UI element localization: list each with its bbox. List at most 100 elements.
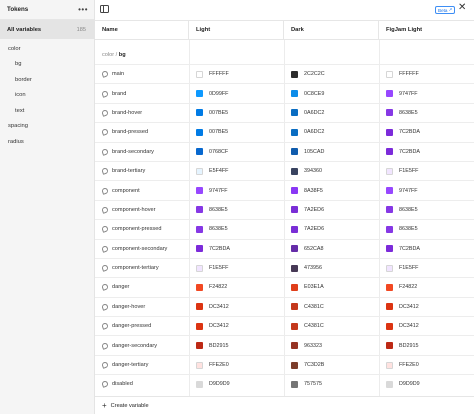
color-swatch[interactable] — [196, 380, 203, 388]
sidebar-group-color[interactable]: color — [0, 41, 94, 57]
color-swatch[interactable] — [291, 70, 298, 78]
variable-name-cell[interactable]: danger-tertiary — [95, 356, 189, 374]
color-swatch[interactable] — [196, 90, 203, 98]
value-cell-figjam[interactable]: 8638E5 — [379, 201, 474, 219]
table-row[interactable]: brand 0D99FF 0C8CE9 9747FF — [95, 83, 474, 102]
color-swatch[interactable] — [386, 245, 393, 253]
value-cell-light[interactable]: DC3412 — [189, 298, 284, 316]
variable-name-cell[interactable]: danger-hover — [95, 298, 189, 316]
all-variables-item[interactable]: All variables 185 — [0, 20, 94, 39]
color-swatch[interactable] — [196, 264, 203, 272]
table-row[interactable]: brand-secondary 0768CF 105CAD 7C2BDA — [95, 141, 474, 161]
sidebar-group-radius[interactable]: radius — [0, 134, 94, 150]
table-row[interactable]: component-tertiary F1E5FF 473956 F1E5FF — [95, 257, 474, 277]
color-swatch[interactable] — [291, 128, 298, 136]
breadcrumb-parent[interactable]: color / — [102, 52, 117, 58]
value-cell-light[interactable]: D9D9D9 — [189, 375, 284, 393]
color-swatch[interactable] — [386, 128, 393, 136]
color-swatch[interactable] — [386, 380, 393, 388]
value-cell-dark[interactable]: 8A38F5 — [284, 181, 379, 199]
beta-badge[interactable]: Beta ↗ — [435, 6, 456, 14]
color-swatch[interactable] — [291, 322, 298, 330]
column-header-figjam[interactable]: FigJam Light — [379, 21, 474, 39]
color-swatch[interactable] — [386, 187, 393, 195]
value-cell-dark[interactable]: 757575 — [284, 375, 379, 393]
table-row[interactable]: danger-hover DC3412 C4381C DC3412 — [95, 296, 474, 316]
table-row[interactable]: component 9747FF 8A38F5 9747FF — [95, 180, 474, 199]
value-cell-light[interactable]: FFE2E0 — [189, 356, 284, 374]
color-swatch[interactable] — [291, 90, 298, 98]
value-cell-figjam[interactable]: 7C2BDA — [379, 123, 474, 141]
value-cell-dark[interactable]: 7C3D2B — [284, 356, 379, 374]
variable-name-cell[interactable]: danger-secondary — [95, 336, 189, 354]
column-header-name[interactable]: Name — [95, 21, 189, 39]
color-swatch[interactable] — [196, 303, 203, 311]
color-swatch[interactable] — [196, 361, 203, 369]
collection-title[interactable]: Tokens — [7, 6, 28, 13]
table-row[interactable]: brand-pressed 007BE5 0A6DC2 7C2BDA — [95, 122, 474, 141]
value-cell-figjam[interactable]: 9747FF — [379, 84, 474, 102]
value-cell-light[interactable]: 8638E5 — [189, 220, 284, 238]
color-swatch[interactable] — [196, 109, 203, 117]
color-swatch[interactable] — [196, 167, 203, 175]
sidebar-group-border[interactable]: border — [0, 72, 94, 88]
table-row[interactable]: component-pressed 8638E5 7A2ED6 8638E5 — [95, 219, 474, 238]
value-cell-dark[interactable]: 963323 — [284, 336, 379, 354]
table-row[interactable]: component-secondary 7C2BDA 652CA8 7C2BDA — [95, 238, 474, 258]
color-swatch[interactable] — [386, 109, 393, 117]
color-swatch[interactable] — [386, 303, 393, 311]
color-swatch[interactable] — [291, 148, 298, 156]
value-cell-figjam[interactable]: FFFFFF — [379, 65, 474, 83]
variable-name-cell[interactable]: disabled — [95, 375, 189, 393]
value-cell-dark[interactable]: 7A2ED6 — [284, 201, 379, 219]
table-row[interactable]: disabled D9D9D9 757575 D9D9D9 — [95, 374, 474, 393]
color-swatch[interactable] — [196, 283, 203, 291]
create-variable-button[interactable]: + Create variable — [95, 396, 474, 414]
value-cell-dark[interactable]: E03E1A — [284, 278, 379, 296]
sidebar-group-icon[interactable]: icon — [0, 88, 94, 104]
table-row[interactable]: component-hover 8638E5 7A2ED6 8638E5 — [95, 199, 474, 219]
value-cell-dark[interactable]: 105CAD — [284, 143, 379, 161]
color-swatch[interactable] — [386, 167, 393, 175]
value-cell-figjam[interactable]: 7C2BDA — [379, 143, 474, 161]
color-swatch[interactable] — [386, 225, 393, 233]
value-cell-figjam[interactable]: DC3412 — [379, 298, 474, 316]
variable-name-cell[interactable]: danger — [95, 278, 189, 296]
value-cell-figjam[interactable]: 8638E5 — [379, 104, 474, 122]
value-cell-light[interactable]: E5F4FF — [189, 162, 284, 180]
value-cell-figjam[interactable]: 9747FF — [379, 181, 474, 199]
table-row[interactable]: brand-hover 007BE5 0A6DC2 8638E5 — [95, 102, 474, 122]
color-swatch[interactable] — [386, 342, 393, 350]
value-cell-light[interactable]: 0D99FF — [189, 84, 284, 102]
sidebar-group-text[interactable]: text — [0, 103, 94, 119]
color-swatch[interactable] — [196, 342, 203, 350]
sidebar-group-spacing[interactable]: spacing — [0, 119, 94, 135]
value-cell-light[interactable]: F24822 — [189, 278, 284, 296]
table-row[interactable]: brand-tertiary E5F4FF 394360 F1E5FF — [95, 160, 474, 180]
color-swatch[interactable] — [291, 245, 298, 253]
ellipsis-icon[interactable]: ••• — [78, 5, 88, 14]
color-swatch[interactable] — [291, 342, 298, 350]
color-swatch[interactable] — [291, 303, 298, 311]
color-swatch[interactable] — [291, 206, 298, 214]
color-swatch[interactable] — [196, 148, 203, 156]
value-cell-figjam[interactable]: DC3412 — [379, 317, 474, 335]
value-cell-light[interactable]: 007BE5 — [189, 104, 284, 122]
table-row[interactable]: danger-secondary BD2915 963323 BD2915 — [95, 335, 474, 354]
color-swatch[interactable] — [386, 264, 393, 272]
variable-name-cell[interactable]: component-pressed — [95, 220, 189, 238]
color-swatch[interactable] — [196, 206, 203, 214]
variable-name-cell[interactable]: component-hover — [95, 201, 189, 219]
value-cell-figjam[interactable]: 8638E5 — [379, 220, 474, 238]
value-cell-dark[interactable]: 2C2C2C — [284, 65, 379, 83]
value-cell-figjam[interactable]: BD2915 — [379, 336, 474, 354]
value-cell-dark[interactable]: 0A6DC2 — [284, 123, 379, 141]
color-swatch[interactable] — [196, 245, 203, 253]
sidebar-group-bg[interactable]: bg — [0, 57, 94, 73]
value-cell-light[interactable]: DC3412 — [189, 317, 284, 335]
color-swatch[interactable] — [291, 167, 298, 175]
color-swatch[interactable] — [291, 264, 298, 272]
value-cell-light[interactable]: 0768CF — [189, 143, 284, 161]
value-cell-figjam[interactable]: FFE2E0 — [379, 356, 474, 374]
color-swatch[interactable] — [291, 283, 298, 291]
